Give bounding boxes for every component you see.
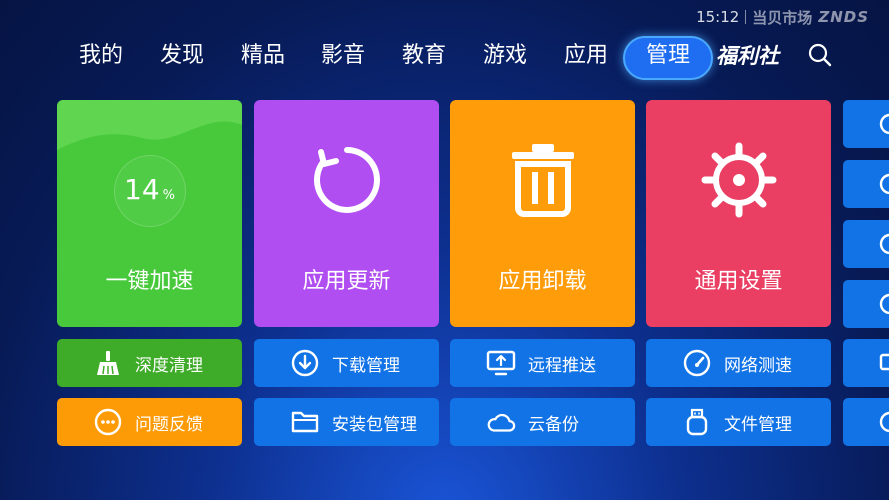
side-circle-icon <box>879 411 889 433</box>
tile-label: 应用更新 <box>302 269 391 294</box>
remote-push-icon <box>486 350 516 376</box>
tile-app-uninstall[interactable]: 应用卸载 <box>450 100 635 327</box>
cloud-icon <box>487 413 516 432</box>
brand-name: 当贝市场 <box>752 8 813 27</box>
tile-one-key-boost[interactable]: 14% 一键加速 <box>57 100 242 327</box>
button-label: 远程推送 <box>528 355 596 376</box>
usb-drive-icon <box>686 408 708 436</box>
brand-logo-text: ZNDS <box>818 8 869 26</box>
side-item-1[interactable] <box>843 100 889 148</box>
search-icon[interactable] <box>807 42 833 68</box>
file-manager-button[interactable]: 文件管理 <box>646 398 831 446</box>
status-bar: 15:12 当贝市场 ZNDS <box>696 6 869 28</box>
nav-tab-apps[interactable]: 应用 <box>553 36 619 76</box>
nav-tab-media[interactable]: 影音 <box>310 36 376 76</box>
tile-app-update[interactable]: 应用更新 <box>254 100 439 327</box>
nav-tab-manage[interactable]: 管理 <box>623 36 713 80</box>
button-label: 下载管理 <box>332 355 400 376</box>
button-label: 安装包管理 <box>332 414 417 435</box>
refresh-icon <box>313 147 380 213</box>
side-square-icon <box>879 353 889 371</box>
side-circle-icon <box>879 233 889 255</box>
nav-tab-discover[interactable]: 发现 <box>149 36 215 76</box>
tile-label: 应用卸载 <box>498 269 587 294</box>
button-label: 文件管理 <box>724 414 792 435</box>
button-label: 深度清理 <box>135 355 203 376</box>
nav-tab-featured[interactable]: 精品 <box>230 36 296 76</box>
nav-tab-games[interactable]: 游戏 <box>472 36 538 76</box>
package-manager-button[interactable]: 安装包管理 <box>254 398 439 446</box>
side-circle-icon <box>879 113 889 135</box>
side-item-5[interactable] <box>843 339 889 387</box>
trash-icon <box>511 144 574 217</box>
broom-icon <box>97 351 119 375</box>
side-circle-icon <box>879 173 889 195</box>
cloud-backup-button[interactable]: 云备份 <box>450 398 635 446</box>
deep-clean-button[interactable]: 深度清理 <box>57 339 242 387</box>
gear-icon <box>701 142 776 218</box>
nav-tab-mine[interactable]: 我的 <box>68 36 134 76</box>
download-manager-button[interactable]: 下载管理 <box>254 339 439 387</box>
download-icon <box>291 349 319 377</box>
feedback-button[interactable]: 问题反馈 <box>57 398 242 446</box>
speed-test-button[interactable]: 网络测速 <box>646 339 831 387</box>
feedback-icon <box>94 408 122 436</box>
side-item-6[interactable] <box>843 398 889 446</box>
nav-tab-education[interactable]: 教育 <box>391 36 457 76</box>
tile-general-settings[interactable]: 通用设置 <box>646 100 831 327</box>
remote-push-button[interactable]: 远程推送 <box>450 339 635 387</box>
boost-percent: 14% <box>124 173 175 206</box>
button-label: 云备份 <box>528 414 579 435</box>
status-divider <box>745 10 747 24</box>
side-item-2[interactable] <box>843 160 889 208</box>
folder-icon <box>291 411 319 433</box>
tile-label: 通用设置 <box>694 269 783 294</box>
side-circle-icon <box>879 293 889 315</box>
tile-label: 一键加速 <box>105 269 194 294</box>
button-label: 网络测速 <box>724 355 792 376</box>
side-item-3[interactable] <box>843 220 889 268</box>
button-label: 问题反馈 <box>135 414 203 435</box>
clock: 15:12 <box>696 8 740 26</box>
speedometer-icon <box>683 349 711 377</box>
welfare-logo[interactable]: 福利社 <box>716 36 779 76</box>
side-item-4[interactable] <box>843 280 889 328</box>
